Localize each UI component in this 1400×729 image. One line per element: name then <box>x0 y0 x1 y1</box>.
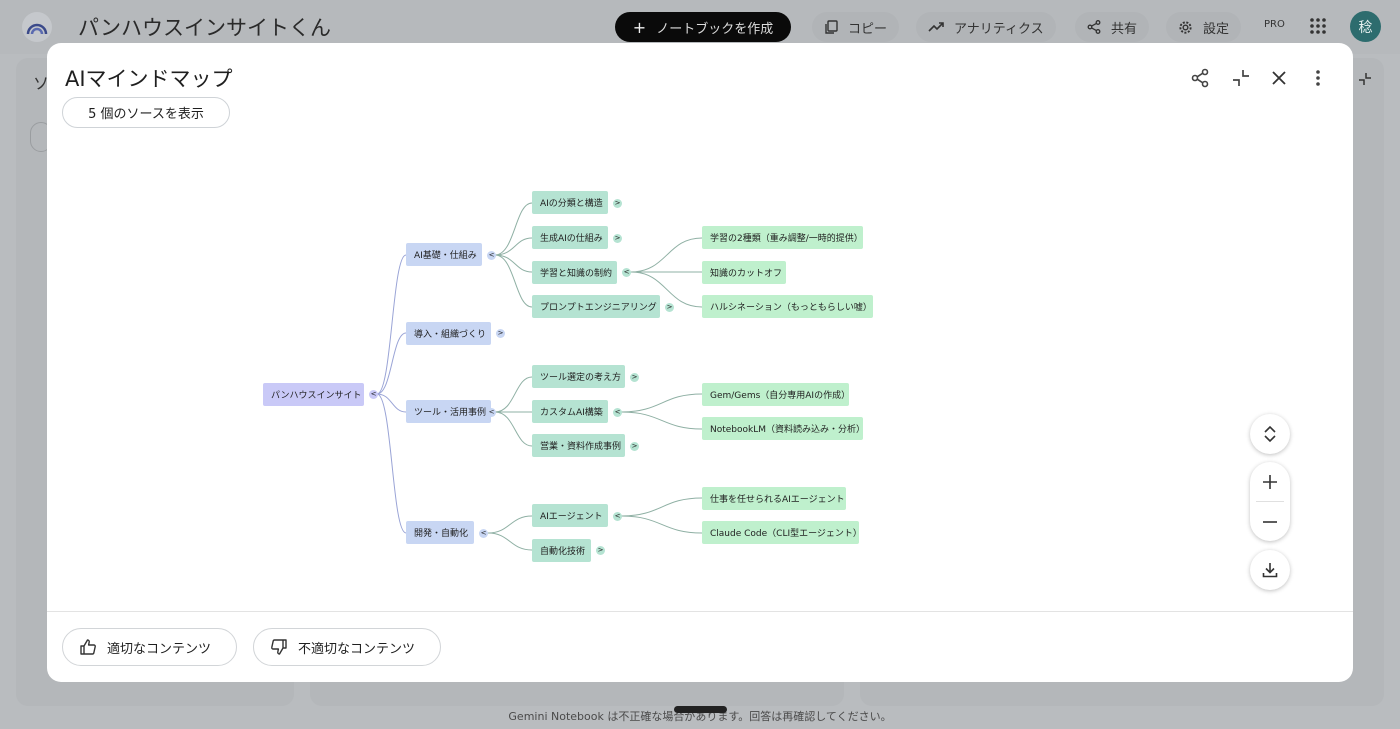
settings-label: 設定 <box>1203 21 1230 37</box>
mindmap-node[interactable]: AIエージェント <box>532 504 608 527</box>
analytics-label: アナリティクス <box>954 21 1044 37</box>
pro-badge: PRO <box>1264 19 1285 30</box>
expand-collapse-all-button[interactable] <box>1250 414 1290 454</box>
create-notebook-label: ノートブックを作成 <box>656 21 774 37</box>
expand-toggle[interactable]: > <box>596 546 605 555</box>
collapse-toggle[interactable]: < <box>613 408 622 417</box>
mindmap-node[interactable]: 営業・資料作成事例 <box>532 434 625 457</box>
plus-icon: + <box>632 17 647 37</box>
apps-grid-icon[interactable] <box>1309 17 1327 35</box>
download-button[interactable] <box>1250 550 1290 590</box>
mindmap-node[interactable]: プロンプトエンジニアリング <box>532 295 660 318</box>
mindmap-node[interactable]: ツール・活用事例 <box>406 400 491 423</box>
settings-button[interactable]: 設定 <box>1166 12 1242 42</box>
plus-icon <box>1263 474 1277 489</box>
collapse-toggle[interactable]: < <box>369 390 378 399</box>
minus-icon <box>1263 520 1277 523</box>
copy-icon <box>825 20 838 34</box>
create-notebook-button[interactable]: + ノートブックを作成 <box>615 12 791 42</box>
expand-toggle[interactable]: > <box>613 234 622 243</box>
thumbs-down-icon <box>271 639 287 655</box>
expand-toggle[interactable]: > <box>630 373 639 382</box>
mindmap-root-node[interactable]: パンハウスインサイト <box>263 383 364 406</box>
collapse-panel-icon[interactable] <box>1358 72 1372 86</box>
collapse-toggle[interactable]: < <box>487 408 496 417</box>
mindmap-dialog: AIマインドマップ 5 個のソースを表示 パンハウスインサイト < AI基礎・仕… <box>47 43 1353 682</box>
download-icon <box>1262 563 1278 578</box>
good-content-button[interactable]: 適切なコンテンツ <box>62 628 237 666</box>
mindmap-leaf-node[interactable]: 仕事を任せられるAIエージェント <box>702 487 846 510</box>
expand-toggle[interactable]: > <box>496 329 505 338</box>
footer-divider <box>47 611 1353 612</box>
share-label: 共有 <box>1111 21 1138 37</box>
thumbs-up-icon <box>80 639 96 655</box>
bad-content-label: 不適切なコンテンツ <box>298 641 416 657</box>
avatar[interactable]: 稔 <box>1350 11 1381 42</box>
mindmap-leaf-node[interactable]: Gem/Gems（自分専用AIの作成） <box>702 383 850 406</box>
unfold-icon <box>1264 425 1276 443</box>
collapse-toggle[interactable]: < <box>622 268 631 277</box>
copy-label: コピー <box>848 21 888 37</box>
mindmap-node[interactable]: ツール選定の考え方 <box>532 365 625 388</box>
collapse-toggle[interactable]: < <box>487 251 496 260</box>
notebook-title[interactable]: パンハウスインサイトくん <box>78 12 331 42</box>
mindmap-node[interactable]: 開発・自動化 <box>406 521 474 544</box>
collapse-toggle[interactable]: < <box>479 529 488 538</box>
mindmap-leaf-node[interactable]: 学習の2種類（重み調整/一時的提供） <box>702 226 863 249</box>
expand-toggle[interactable]: > <box>613 199 622 208</box>
mindmap-node[interactable]: 生成AIの仕組み <box>532 226 608 249</box>
mindmap-node[interactable]: 導入・組織づくり <box>406 322 491 345</box>
expand-toggle[interactable]: > <box>630 442 639 451</box>
mindmap-node[interactable]: カスタムAI構築 <box>532 400 608 423</box>
trending-up-icon <box>928 22 944 32</box>
gear-icon <box>1179 20 1192 34</box>
scroll-handle[interactable] <box>674 706 727 713</box>
mindmap-leaf-node[interactable]: NotebookLM（資料読み込み・分析） <box>702 417 865 440</box>
mindmap-leaf-node[interactable]: 知識のカットオフ <box>702 261 786 284</box>
mindmap-leaf-node[interactable]: ハルシネーション（もっともらしい嘘） <box>702 295 873 318</box>
expand-toggle[interactable]: > <box>665 303 674 312</box>
app-logo[interactable] <box>22 12 52 42</box>
bad-content-button[interactable]: 不適切なコンテンツ <box>253 628 441 666</box>
share-icon <box>1087 20 1101 34</box>
mindmap-node[interactable]: AIの分類と構造 <box>532 191 608 214</box>
zoom-controls <box>1250 462 1290 541</box>
mindmap-node[interactable]: AI基礎・仕組み <box>406 243 482 266</box>
mindmap-leaf-node[interactable]: Claude Code（CLI型エージェント） <box>702 521 862 544</box>
mindmap-canvas[interactable]: パンハウスインサイト < AI基礎・仕組み < 導入・組織づくり > ツール・活… <box>47 43 1353 611</box>
mindmap-node[interactable]: 学習と知識の制約 <box>532 261 617 284</box>
share-button[interactable]: 共有 <box>1075 12 1150 42</box>
mindmap-edges <box>376 202 703 551</box>
good-content-label: 適切なコンテンツ <box>107 641 212 657</box>
analytics-button[interactable]: アナリティクス <box>916 12 1056 42</box>
collapse-toggle[interactable]: < <box>613 512 622 521</box>
copy-button[interactable]: コピー <box>812 12 900 42</box>
zoom-in-button[interactable] <box>1250 462 1290 501</box>
mindmap-node[interactable]: 自動化技術 <box>532 539 591 562</box>
zoom-out-button[interactable] <box>1250 502 1290 541</box>
